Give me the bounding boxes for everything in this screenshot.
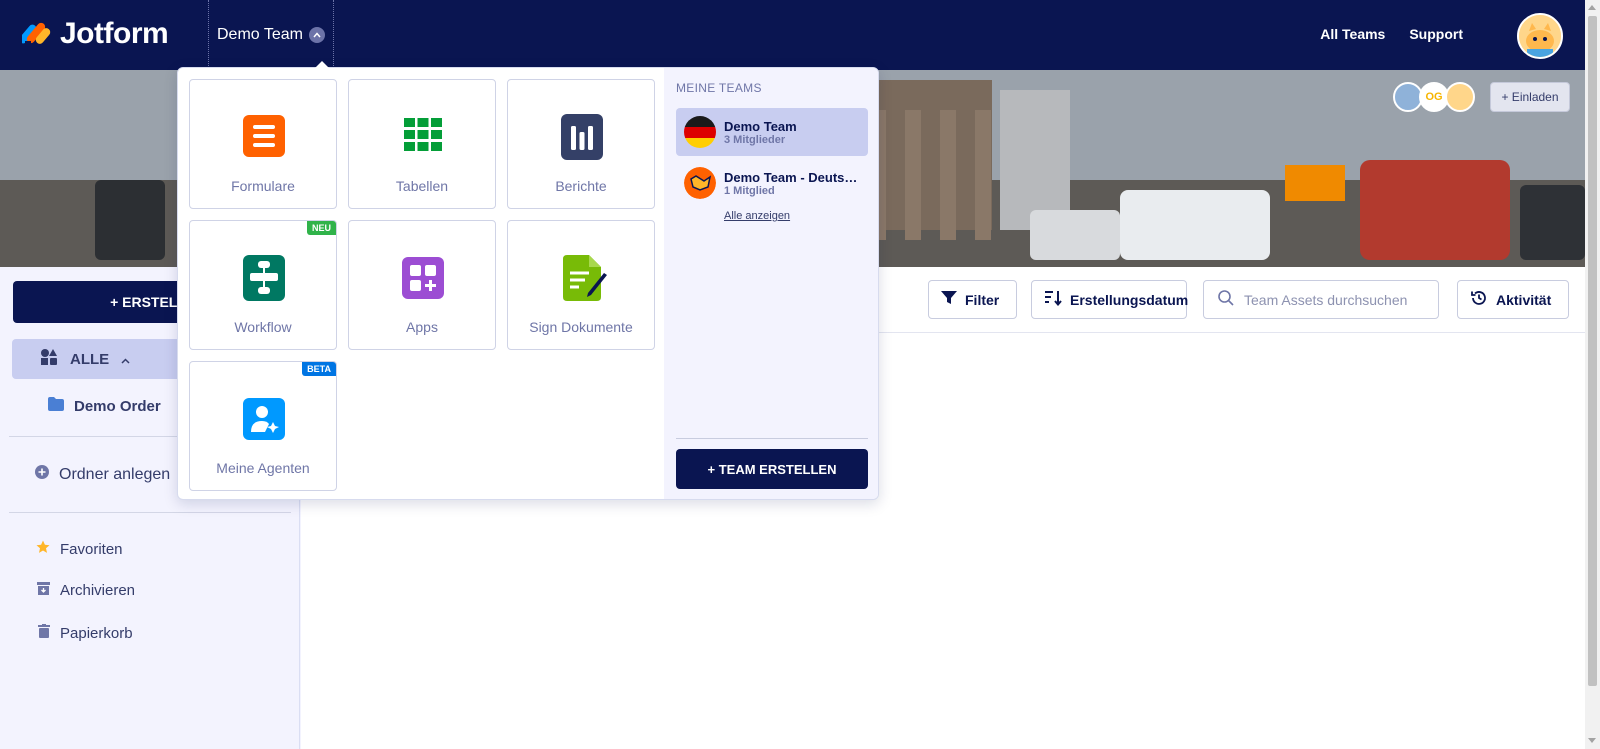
new-folder-label: Ordner anlegen <box>59 465 171 483</box>
tile-meine-agenten[interactable]: BETA Meine Agenten <box>189 361 337 491</box>
nav-link-all-teams[interactable]: All Teams <box>1320 26 1385 42</box>
search-icon <box>1218 290 1234 309</box>
tables-icon <box>402 112 444 160</box>
create-team-button[interactable]: + TEAM ERSTELLEN <box>676 449 868 489</box>
funnel-icon <box>941 291 957 308</box>
activity-button[interactable]: Aktivität <box>1457 280 1569 319</box>
scroll-down-icon[interactable] <box>1588 738 1596 743</box>
new-folder-button[interactable]: Ordner anlegen <box>35 465 170 484</box>
agents-icon <box>243 394 285 442</box>
reports-icon <box>561 112 603 160</box>
sidebar-item-archive[interactable]: Archivieren <box>37 582 135 599</box>
sidebar-item-trash[interactable]: Papierkorb <box>38 624 133 642</box>
sidebar-item-favorites[interactable]: Favoriten <box>36 540 123 558</box>
team-name: Demo Team - Deutsch <box>724 169 858 185</box>
workflow-icon <box>243 253 285 301</box>
team-item-demo-team-deutsch[interactable]: Demo Team - Deutsch 1 Mitglied <box>676 159 868 207</box>
plus-circle-icon <box>35 465 49 484</box>
archive-icon <box>37 582 50 599</box>
filter-button[interactable]: Filter <box>928 280 1017 319</box>
team-member-count: 1 Mitglied <box>724 184 775 197</box>
tile-tabellen[interactable]: Tabellen <box>348 79 496 209</box>
apps-icon <box>402 253 444 301</box>
sidebar-item-all-label: ALLE <box>70 350 110 368</box>
top-navbar: Jotform Demo Team All Teams Support <box>0 0 1585 70</box>
tile-apps[interactable]: Apps <box>348 220 496 350</box>
tile-formulare[interactable]: Formulare <box>189 79 337 209</box>
scrollbar-thumb[interactable] <box>1588 16 1597 686</box>
team-logo-icon <box>684 167 716 199</box>
search-input[interactable]: Team Assets durchsuchen <box>1203 280 1439 319</box>
team-name: Demo Team <box>724 118 797 134</box>
folder-icon <box>48 397 64 415</box>
trash-label: Papierkorb <box>60 624 133 642</box>
user-avatar[interactable] <box>1517 13 1563 59</box>
tile-label: Berichte <box>555 178 607 194</box>
tile-label: Apps <box>406 319 438 335</box>
team-products-dropdown: Formulare Tabellen Berichte NEU Workflow… <box>177 67 879 500</box>
tile-label: Formulare <box>231 178 295 194</box>
my-teams-heading: MEINE TEAMS <box>676 81 762 95</box>
logo-text: Jotform <box>60 17 169 50</box>
invite-button[interactable]: + Einladen <box>1490 82 1570 112</box>
nav-link-support[interactable]: Support <box>1409 26 1463 42</box>
tile-sign-dokumente[interactable]: Sign Dokumente <box>507 220 655 350</box>
star-icon <box>36 540 50 558</box>
tile-label: Workflow <box>234 319 292 335</box>
forms-icon <box>243 112 285 160</box>
tile-label: Meine Agenten <box>216 460 310 476</box>
tile-label: Sign Dokumente <box>529 319 633 335</box>
activity-label: Aktivität <box>1496 291 1552 308</box>
divider <box>9 512 291 513</box>
scroll-up-icon[interactable] <box>1588 5 1596 10</box>
divider <box>676 438 868 439</box>
page-scrollbar[interactable] <box>1585 0 1600 749</box>
team-switcher[interactable]: Demo Team <box>208 0 334 70</box>
chevron-up-icon <box>121 351 130 368</box>
trash-icon <box>38 624 50 642</box>
sign-icon <box>561 253 607 301</box>
archive-label: Archivieren <box>60 582 136 599</box>
member-avatar <box>1445 82 1475 112</box>
germany-flag-icon <box>684 116 716 148</box>
sort-button[interactable]: Erstellungsdatum <box>1031 280 1189 319</box>
dropdown-caret <box>315 61 329 68</box>
history-icon <box>1470 289 1488 310</box>
team-members[interactable]: OG <box>1393 82 1475 112</box>
sidebar-folder-demo-order[interactable]: Demo Order <box>48 397 161 415</box>
jotform-logo-icon <box>19 19 52 49</box>
my-teams-panel: MEINE TEAMS Demo Team 3 Mitglieder Demo … <box>664 68 878 499</box>
jotform-logo[interactable]: Jotform <box>19 17 169 51</box>
show-all-teams-link[interactable]: Alle anzeigen <box>724 210 790 222</box>
tile-berichte[interactable]: Berichte <box>507 79 655 209</box>
tile-workflow[interactable]: NEU Workflow <box>189 220 337 350</box>
team-member-count: 3 Mitglieder <box>724 133 786 146</box>
beta-badge: BETA <box>302 362 336 376</box>
filter-label: Filter <box>965 291 1000 308</box>
new-badge: NEU <box>306 221 336 235</box>
tile-label: Tabellen <box>395 178 449 194</box>
favorites-label: Favoriten <box>60 540 123 558</box>
search-placeholder: Team Assets durchsuchen <box>1244 291 1408 308</box>
shapes-icon <box>40 348 58 370</box>
chevron-up-icon <box>308 27 325 43</box>
folder-label: Demo Order <box>74 397 161 415</box>
sort-icon <box>1044 290 1062 309</box>
team-switcher-label: Demo Team <box>217 26 303 43</box>
team-item-demo-team[interactable]: Demo Team 3 Mitglieder <box>676 108 868 156</box>
sort-label: Erstellungsdatum <box>1070 291 1189 308</box>
